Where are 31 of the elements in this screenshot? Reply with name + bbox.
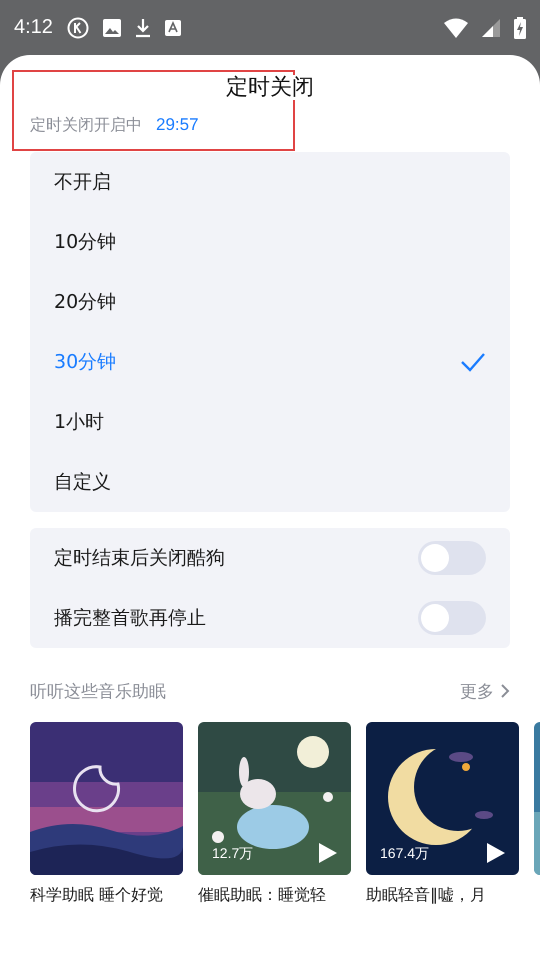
timer-option[interactable]: 20分钟 [30,272,510,332]
playlist-title[interactable]: 科学助眠 睡个好觉 [30,883,183,907]
font-icon [164,20,181,36]
play-count: 167.4万 [380,845,430,863]
sheet-title: 定时关闭 [226,75,314,100]
toggle-switch[interactable] [418,541,486,575]
timer-option[interactable]: 自定义 [30,452,510,512]
chevron-icon [500,683,510,699]
signal-icon [482,18,500,36]
timer-option[interactable]: 不开启 [30,152,510,212]
wifi-icon [444,18,468,38]
play-icon[interactable] [319,843,337,863]
status-label: 定时关闭开启中 [30,114,142,136]
k-icon [66,16,89,38]
battery-icon [514,16,526,38]
switch-label: 定时结束后关闭酷狗 [54,546,225,571]
play-count: 12.7万 [212,845,254,863]
image-icon [102,18,121,36]
download-icon [134,18,151,38]
switch-label: 播完整首歌再停止 [54,606,206,631]
play-icon[interactable] [487,843,505,863]
timer-option[interactable]: 1小时 [30,392,510,452]
toggle-switch[interactable] [418,601,486,635]
check-icon [460,352,486,372]
status-time: 4:12 [14,16,53,39]
timer-option[interactable]: 10分钟 [30,212,510,272]
countdown: 29:57 [156,114,199,136]
playlist-title[interactable]: 催眠助眠：睡觉轻 [198,883,351,907]
timer-option[interactable]: 30分钟 [30,332,510,392]
playlist-title[interactable]: 助眠轻音‖嘘，月 [366,883,519,907]
section-title: 听听这些音乐助眠 [30,680,166,702]
